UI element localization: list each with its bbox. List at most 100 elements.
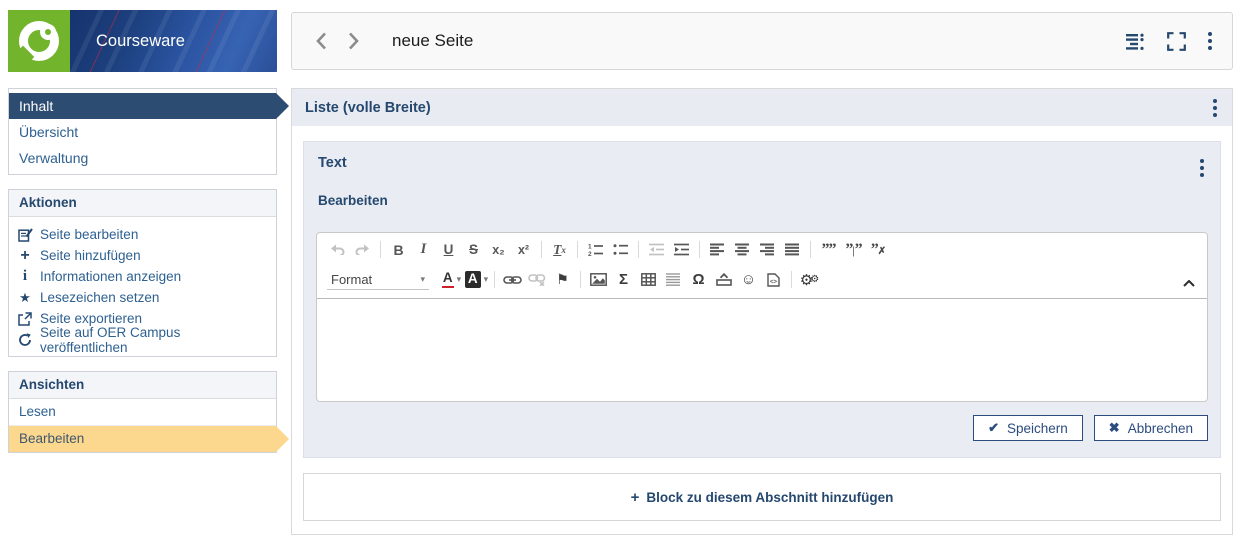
action-label: Seite bearbeiten: [40, 227, 139, 242]
remove-format-icon[interactable]: Tx: [547, 238, 572, 261]
sidebar-item-uebersicht[interactable]: Übersicht: [9, 119, 276, 145]
block-header: Text: [304, 142, 1220, 179]
svg-text:1: 1: [588, 244, 592, 251]
italic-icon[interactable]: I: [411, 238, 436, 261]
link-icon[interactable]: [500, 268, 525, 291]
quote-remove-icon[interactable]: ”✗: [866, 238, 891, 261]
section-title: Liste (volle Breite): [305, 99, 431, 116]
save-button[interactable]: ✔ Speichern: [973, 415, 1083, 441]
bg-color-icon[interactable]: A ▾: [464, 268, 489, 291]
math-sigma-icon[interactable]: Σ: [611, 268, 636, 291]
indent-icon[interactable]: [669, 238, 694, 261]
unlink-icon: [525, 268, 550, 291]
views-panel-title: Ansichten: [9, 372, 276, 399]
chevron-down-icon: ▾: [420, 273, 425, 284]
strikethrough-icon[interactable]: S: [461, 238, 486, 261]
add-block-button[interactable]: + Block zu diesem Abschnitt hinzufügen: [303, 473, 1221, 521]
anchor-flag-icon[interactable]: ⚑: [550, 268, 575, 291]
hr-lines-icon[interactable]: [661, 268, 686, 291]
toolbar-row-1: B I U Sx₂ x² Tx 1 2 ”” ”|” ”✗: [317, 233, 1207, 266]
toolbar-separator: [541, 241, 542, 258]
page-header: neue Seite: [291, 12, 1233, 70]
toolbar-separator: [380, 241, 381, 258]
actions-panel: Aktionen Seite bearbeiten + Seite hinzuf…: [8, 189, 277, 357]
editor-buttons: ✔ Speichern ✖ Abbrechen: [316, 415, 1208, 441]
fullscreen-icon[interactable]: [1167, 31, 1186, 51]
blockquote-icon[interactable]: ””: [816, 238, 841, 261]
image-icon[interactable]: [586, 268, 611, 291]
block-kebab-menu-icon[interactable]: [1198, 157, 1206, 179]
numbered-list-icon[interactable]: 12: [583, 238, 608, 261]
x-icon: ✖: [1108, 420, 1120, 435]
action-label: Seite hinzufügen: [40, 248, 141, 263]
publish-icon: [17, 332, 33, 347]
format-dropdown-label: Format: [331, 271, 373, 287]
source-doc-icon[interactable]: <>: [761, 268, 786, 291]
view-item-lesen[interactable]: Lesen: [9, 399, 276, 426]
toolbar-separator: [577, 241, 578, 258]
back-chevron-icon[interactable]: [310, 28, 332, 54]
cancel-button-label: Abbrechen: [1127, 420, 1193, 436]
action-add-page[interactable]: + Seite hinzufügen: [17, 245, 268, 266]
sidebar: Courseware Inhalt Übersicht Verwaltung A…: [8, 10, 289, 453]
placeholder-box-icon[interactable]: [711, 268, 736, 291]
action-edit-page[interactable]: Seite bearbeiten: [17, 224, 268, 245]
cancel-button[interactable]: ✖ Abbrechen: [1093, 415, 1208, 441]
collapse-toolbar-icon[interactable]: [1183, 274, 1195, 292]
logo-banner: Courseware: [70, 10, 277, 72]
svg-text:2: 2: [588, 251, 592, 256]
save-button-label: Speichern: [1006, 420, 1068, 436]
undo-icon: [325, 238, 350, 261]
special-char-omega-icon[interactable]: Ω: [686, 268, 711, 291]
edit-page-icon: [17, 227, 33, 242]
subscript-icon[interactable]: x₂: [486, 238, 511, 261]
tab-bearbeiten[interactable]: Bearbeiten: [304, 179, 402, 208]
smiley-icon[interactable]: ☺: [736, 268, 761, 291]
sidebar-item-inhalt[interactable]: Inhalt: [9, 93, 289, 119]
superscript-icon[interactable]: x²: [511, 238, 536, 261]
action-label: Seite auf OER Campus veröffentlichen: [40, 324, 181, 355]
align-justify-icon[interactable]: [780, 238, 805, 261]
block-title: Text: [318, 155, 347, 171]
action-publish-oer[interactable]: Seite auf OER Campus veröffentlichen: [17, 325, 268, 355]
section-header: Liste (volle Breite): [292, 89, 1232, 126]
plus-icon: +: [630, 488, 640, 506]
sidebar-item-verwaltung[interactable]: Verwaltung: [9, 145, 276, 171]
text-block: Text Bearbeiten B I U Sx₂ x² Tx 1 2 ”” ”|” ”✗ Form…: [303, 141, 1221, 458]
toolbar-separator: [494, 271, 495, 288]
section-kebab-menu-icon[interactable]: [1211, 97, 1219, 119]
text-color-icon[interactable]: A ▾: [439, 268, 464, 291]
header-kebab-menu-icon[interactable]: [1206, 30, 1214, 52]
add-block-label: Block zu diesem Abschnitt hinzufügen: [646, 489, 894, 505]
underline-icon[interactable]: U: [436, 238, 461, 261]
action-label: Lesezeichen setzen: [40, 290, 160, 305]
forward-chevron-icon[interactable]: [342, 28, 364, 54]
outdent-icon: [644, 238, 669, 261]
toolbar-separator: [810, 241, 811, 258]
courseware-page: Courseware Inhalt Übersicht Verwaltung A…: [0, 0, 1242, 549]
export-icon: [17, 311, 33, 326]
view-item-bearbeiten[interactable]: Bearbeiten: [9, 426, 289, 452]
align-center-icon[interactable]: [730, 238, 755, 261]
actions-panel-title: Aktionen: [9, 190, 276, 217]
editor-content[interactable]: [317, 298, 1207, 401]
courseware-logo: Courseware: [8, 10, 277, 72]
action-show-info[interactable]: i Informationen anzeigen: [17, 266, 268, 287]
toolbar-row-2: Format ▾ A ▾ A ▾ ⚑ Σ Ω ☺ <> ⚙ ⚙: [317, 266, 1207, 298]
action-label: Informationen anzeigen: [40, 269, 182, 284]
bulleted-list-icon[interactable]: [608, 238, 633, 261]
action-set-bookmark[interactable]: ★ Lesezeichen setzen: [17, 287, 268, 308]
page-title: neue Seite: [392, 31, 474, 50]
gears-icon[interactable]: ⚙ ⚙: [797, 268, 822, 291]
align-right-icon[interactable]: [755, 238, 780, 261]
bold-icon[interactable]: B: [386, 238, 411, 261]
actions-list: Seite bearbeiten + Seite hinzufügen i In…: [9, 217, 276, 356]
outline-icon[interactable]: [1125, 33, 1147, 50]
align-left-icon[interactable]: [705, 238, 730, 261]
table-icon[interactable]: [636, 268, 661, 291]
sidebar-nav: Inhalt Übersicht Verwaltung: [8, 88, 289, 175]
content-panel: Liste (volle Breite) Text Bearbeiten BIU…: [291, 88, 1233, 535]
quote-inline-icon[interactable]: ”|”: [841, 238, 866, 261]
format-dropdown[interactable]: Format ▾: [327, 270, 429, 290]
logo-mark-icon: [8, 10, 70, 72]
